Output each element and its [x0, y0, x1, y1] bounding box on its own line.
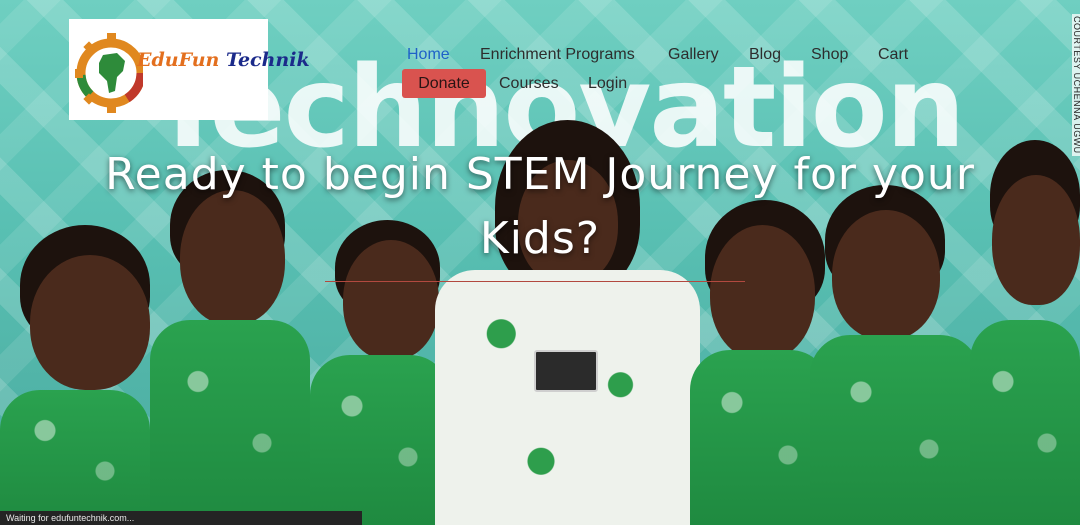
nav-gallery-link[interactable]: Gallery: [668, 45, 719, 65]
logo-text-technik: Technik: [219, 49, 310, 71]
hero-headline-line2: Kids?: [479, 213, 601, 264]
headline-divider: [325, 281, 745, 282]
gear-africa-icon: [75, 33, 143, 113]
logo-text-edufun: EduFun: [137, 49, 220, 71]
site-logo[interactable]: EduFun Technik: [69, 19, 310, 120]
nav-home-link[interactable]: Home: [407, 45, 450, 65]
nav-courses-link[interactable]: Courses: [499, 74, 559, 94]
photo-credit: COURTESY UCHENNA UGWU: [1072, 14, 1080, 156]
nav-cart-link[interactable]: Cart: [878, 45, 908, 65]
donate-button[interactable]: Donate: [402, 69, 486, 98]
nav-blog-link[interactable]: Blog: [749, 45, 781, 65]
browser-status-bar: Waiting for edufuntechnik.com...: [0, 511, 362, 525]
hero-headline-line1: Ready to begin STEM Journey for your: [105, 149, 975, 200]
nav-login-link[interactable]: Login: [588, 74, 627, 94]
nav-enrichment-programs-link[interactable]: Enrichment Programs: [480, 45, 635, 65]
nav-shop-link[interactable]: Shop: [811, 45, 848, 65]
logo-text: EduFun Technik: [137, 49, 310, 71]
hero-person-1: [0, 225, 170, 525]
